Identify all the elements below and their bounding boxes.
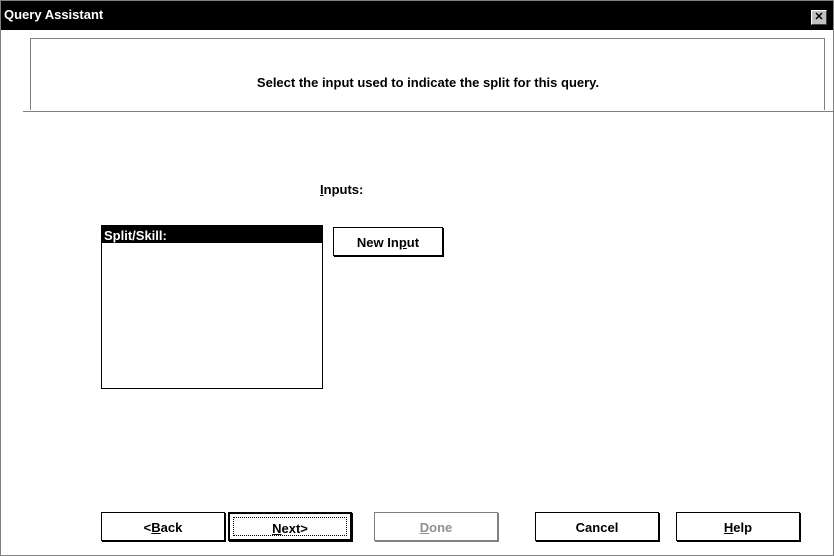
next-focus-rect: Next>	[233, 517, 347, 536]
query-assistant-dialog: Query Assistant ✕ Select the input used …	[0, 0, 834, 556]
window-title: Query Assistant	[4, 7, 104, 22]
done-button[interactable]: Done	[374, 512, 498, 541]
new-input-button[interactable]: New Input	[333, 227, 443, 256]
title-bar: Query Assistant ✕	[1, 1, 833, 30]
close-icon[interactable]: ✕	[811, 10, 827, 25]
list-item-split-skill[interactable]: Split/Skill:	[102, 226, 322, 243]
instruction-text: Select the input used to indicate the sp…	[256, 75, 600, 90]
back-button[interactable]: <Back	[101, 512, 225, 541]
help-button[interactable]: Help	[676, 512, 800, 541]
inputs-listbox[interactable]: Split/Skill:	[101, 225, 323, 389]
cancel-button[interactable]: Cancel	[535, 512, 659, 541]
panel-border-top	[30, 38, 824, 39]
panel-border-left	[30, 38, 31, 110]
panel-border-right	[824, 38, 825, 110]
instruction-panel: Select the input used to indicate the sp…	[23, 38, 833, 113]
next-button[interactable]: Next>	[228, 512, 352, 541]
panel-divider	[23, 111, 833, 112]
inputs-label: Inputs:	[320, 182, 364, 197]
